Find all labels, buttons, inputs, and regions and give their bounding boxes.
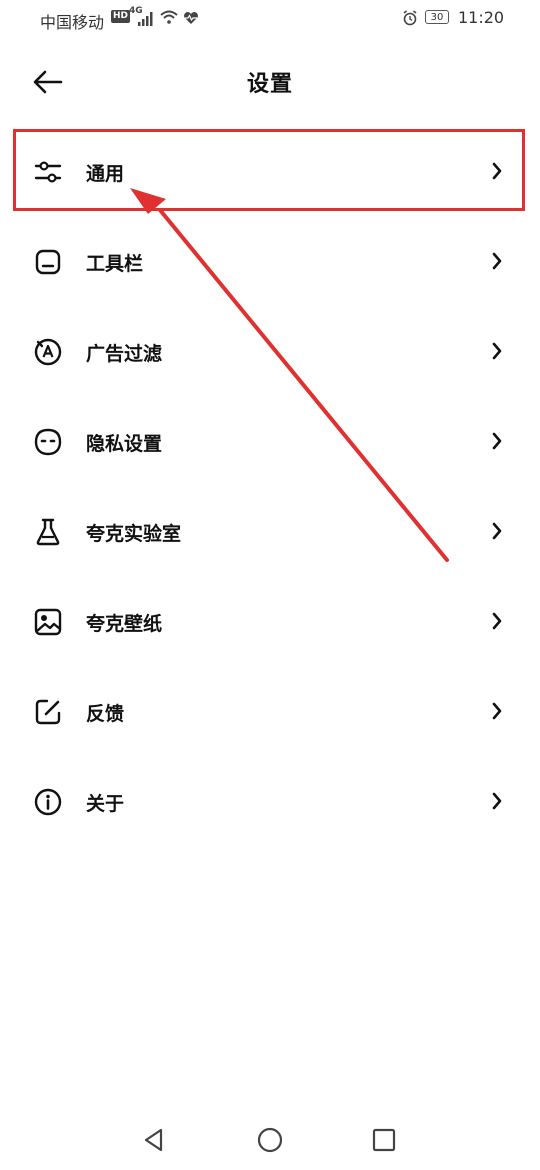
feedback-edit-icon — [32, 696, 64, 728]
menu-item-label: 工具栏 — [86, 253, 144, 275]
alarm-icon — [403, 10, 417, 26]
hd-badge: HD — [111, 10, 131, 23]
status-bar: 中国移动 HD 4G 30 11:20 — [0, 0, 540, 38]
info-icon — [32, 786, 64, 818]
chevron-right-icon — [492, 162, 502, 180]
wallpaper-image-icon — [32, 606, 64, 638]
page-title: 设置 — [246, 72, 293, 97]
toolbar-icon — [32, 246, 64, 278]
menu-item-label: 反馈 — [86, 703, 125, 725]
menu-item-label: 夸克实验室 — [86, 523, 182, 545]
menu-item-general[interactable]: 通用 — [0, 126, 540, 216]
chevron-right-icon — [492, 612, 502, 630]
nav-back-button[interactable] — [134, 1120, 174, 1160]
menu-item-privacy[interactable]: 隐私设置 — [0, 396, 540, 486]
menu-item-label: 广告过滤 — [86, 343, 163, 365]
menu-item-label: 夸克壁纸 — [86, 613, 163, 635]
chevron-right-icon — [492, 432, 502, 450]
nav-home-button[interactable] — [250, 1120, 290, 1160]
chevron-right-icon — [492, 252, 502, 270]
nav-recents-button[interactable] — [364, 1120, 404, 1160]
menu-item-label: 隐私设置 — [86, 433, 163, 455]
wifi-icon — [160, 10, 178, 24]
menu-item-wallpaper[interactable]: 夸克壁纸 — [0, 576, 540, 666]
carrier-name: 中国移动 — [40, 13, 105, 32]
menu-item-about[interactable]: 关于 — [0, 756, 540, 846]
chevron-right-icon — [492, 702, 502, 720]
ad-block-icon — [32, 336, 64, 368]
privacy-face-icon — [32, 426, 64, 458]
header: 设置 — [0, 50, 540, 114]
triangle-back-icon — [144, 1128, 163, 1152]
signal-icon — [138, 12, 153, 26]
menu-item-label: 关于 — [86, 793, 125, 815]
menu-item-toolbar[interactable]: 工具栏 — [0, 216, 540, 306]
settings-menu: 通用 工具栏 广告过滤 隐私设置 夸克实验室 夸克壁纸 反馈 关于 — [0, 126, 540, 846]
clock: 11:20 — [458, 8, 505, 27]
menu-item-label: 通用 — [86, 163, 125, 185]
chevron-right-icon — [492, 792, 502, 810]
flask-icon — [32, 516, 64, 548]
health-heart-icon — [184, 12, 198, 24]
menu-item-lab[interactable]: 夸克实验室 — [0, 486, 540, 576]
chevron-right-icon — [492, 342, 502, 360]
circle-home-icon — [257, 1127, 283, 1153]
system-nav-bar — [0, 1110, 540, 1170]
chevron-right-icon — [492, 522, 502, 540]
square-recents-icon — [372, 1128, 396, 1152]
menu-item-feedback[interactable]: 反馈 — [0, 666, 540, 756]
battery-icon: 30 — [425, 10, 449, 24]
menu-item-ad-filter[interactable]: 广告过滤 — [0, 306, 540, 396]
sliders-icon — [32, 156, 64, 188]
